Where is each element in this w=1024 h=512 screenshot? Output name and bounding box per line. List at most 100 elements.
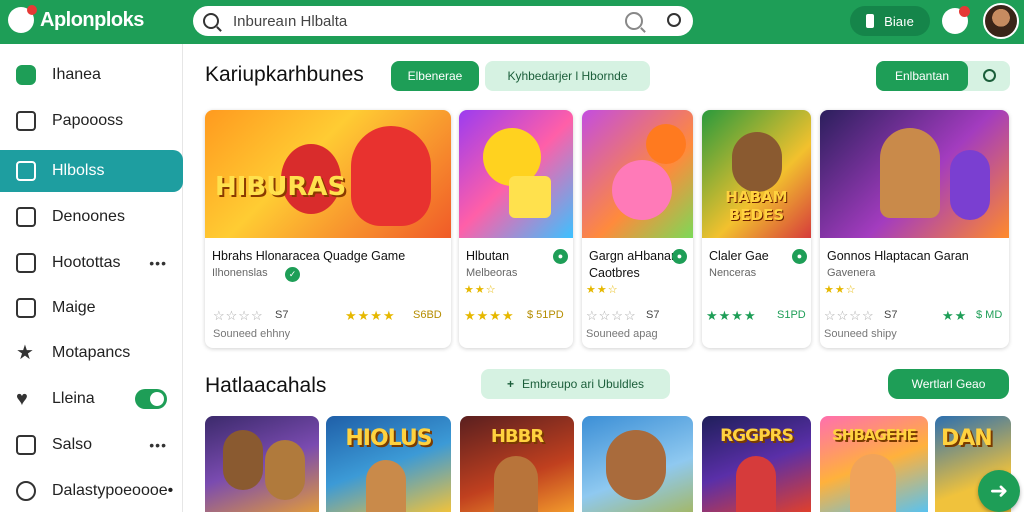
game-tile[interactable]: HIOLUS [326, 416, 451, 512]
game-title: Hbrahs Hlonaracea Quadge Game [212, 249, 406, 263]
character-figure [265, 440, 305, 500]
verified-icon: ● [553, 249, 568, 264]
sidebar-item-games[interactable]: Hlbolss [0, 150, 183, 192]
search-icon[interactable] [983, 69, 996, 82]
header-button[interactable]: Biaıe [850, 6, 930, 36]
sidebar-item-building[interactable]: Hootottas ••• [0, 242, 183, 284]
game-subtitle: Melbeoras [466, 267, 518, 279]
mic-icon[interactable] [625, 12, 643, 30]
star-icon [16, 343, 36, 363]
section-title: Hatlaacahals [205, 374, 327, 397]
more-icon[interactable]: ••• [149, 437, 167, 453]
sidebar-item-wishlist[interactable]: Lleina [0, 378, 183, 420]
top-bar: Aplonploks Biaıe [0, 0, 1024, 44]
notification-icon[interactable] [942, 6, 970, 34]
building-icon [16, 253, 36, 273]
character-figure [850, 454, 896, 512]
game-art: HABAM BEDES [702, 110, 811, 238]
character-figure [646, 124, 686, 164]
rating-stars: ★★☆ [586, 284, 619, 296]
tile-logo: HIOLUS [345, 426, 432, 451]
filter-chip[interactable]: Elbenerae [391, 61, 479, 91]
flag-icon [16, 298, 36, 318]
rating-stars: ★★★★ [464, 308, 515, 323]
verified-icon: ● [792, 249, 807, 264]
game-card[interactable]: Hlbutan ● Melbeoras ★★☆ ★★★★ $ 51PD [459, 110, 573, 348]
game-tile[interactable] [205, 416, 319, 512]
game-subtitle: Ilhonenslas [212, 267, 268, 279]
sidebar-item-stats[interactable]: Salso ••• [0, 424, 183, 466]
plus-icon: + [506, 377, 514, 391]
game-tile[interactable]: HBBR [460, 416, 574, 512]
scroll-next-button[interactable]: ➜ [978, 470, 1020, 512]
game-card[interactable]: HIBURAS Hbrahs Hlonaracea Quadge Game Il… [205, 110, 451, 348]
search-input[interactable] [233, 12, 613, 30]
notification-dot [959, 6, 970, 17]
sidebar-item-label: Ihanea [52, 66, 101, 83]
sidebar-item-flag[interactable]: Maige [0, 287, 183, 329]
game-card[interactable]: HABAM BEDES Claler Gae ● Nenceras ★★★★ S… [702, 110, 811, 348]
game-title: Claler Gae [709, 249, 769, 263]
bars-icon [866, 14, 875, 28]
rating-stars: ★★★★ [706, 308, 757, 323]
library-icon [16, 111, 36, 131]
rating-count: S7 [275, 309, 289, 321]
game-subtitle: Nenceras [709, 267, 757, 279]
sidebar-item-label: Salso [52, 436, 93, 453]
sidebar-item-label: Denoones [52, 208, 125, 225]
price-label: $ 51PD [527, 309, 564, 321]
character-figure [223, 430, 263, 490]
character-figure [606, 430, 666, 500]
game-title: Hlbutan [466, 249, 510, 263]
card-note: Souneed shipy [824, 328, 897, 340]
sidebar-item-library[interactable]: Papoooss [0, 100, 183, 142]
game-tile[interactable] [582, 416, 693, 512]
heart-icon [16, 389, 36, 409]
logo-icon [8, 5, 37, 33]
filter-chip[interactable]: Kyhbedarjer l Hbornde [485, 61, 650, 91]
app-name: Aplonploks [40, 8, 144, 31]
character-figure [950, 150, 990, 220]
game-card[interactable]: Gonnos Hlaptacan Garan Gavenera ★★☆ ☆☆☆☆… [820, 110, 1009, 348]
rating-count: S7 [884, 309, 898, 321]
game-logo: HABAM BEDES [725, 188, 788, 224]
games-icon [16, 161, 36, 181]
sidebar-item-settings[interactable]: Dalastypoeoooe• [0, 470, 183, 512]
game-tile[interactable]: RGGPRS [702, 416, 811, 512]
verified-icon: ✓ [285, 267, 300, 282]
sidebar-item-label: Lleina [52, 390, 95, 407]
sidebar-item-label: Maige [52, 299, 96, 316]
sidebar-item-label: Hootottas [52, 254, 121, 271]
sidebar-item-label: Papoooss [52, 112, 124, 129]
lens-icon[interactable] [667, 13, 681, 27]
game-art [820, 110, 1009, 238]
character-figure [880, 128, 940, 218]
rating-stars: ☆☆☆☆ [213, 308, 264, 323]
search-bar[interactable] [193, 6, 693, 36]
downloads-icon [16, 207, 36, 227]
avatar[interactable] [983, 3, 1019, 39]
game-card[interactable]: Gargn aHbanan Caotbres ● ★★☆ ☆☆☆☆ S7 Sou… [582, 110, 693, 348]
sidebar-item-favorites[interactable]: Motapancs [0, 332, 183, 374]
sidebar: Ihanea Papoooss Hlbolss Denoones Hootott… [0, 44, 183, 512]
section-action-button[interactable]: Enlbantan [876, 61, 968, 91]
app-logo[interactable]: Aplonploks [8, 5, 144, 33]
tile-logo: DAN [941, 426, 993, 451]
price-label: $ MD [976, 309, 1003, 321]
toggle-switch[interactable] [135, 389, 167, 409]
sidebar-item-home[interactable]: Ihanea [0, 54, 183, 96]
sidebar-item-downloads[interactable]: Denoones [0, 196, 183, 238]
game-art [582, 110, 693, 238]
game-logo: HIBURAS [215, 172, 347, 202]
game-subtitle: Gavenera [827, 267, 876, 279]
rating-stars: ★★ [942, 308, 968, 323]
rating-stars: ★★☆ [464, 284, 497, 296]
section-chip[interactable]: + Embreupo ari Ubuldles [481, 369, 670, 399]
section-action-group: Enlbantan [876, 61, 1010, 91]
home-icon [16, 65, 36, 85]
more-icon[interactable]: ••• [149, 255, 167, 271]
tile-logo: RGGPRS [720, 426, 794, 446]
section-action-button[interactable]: Wertlarl Geao [888, 369, 1009, 399]
rating-stars: ☆☆☆☆ [824, 308, 875, 323]
game-tile[interactable]: SHBAGEHE [820, 416, 928, 512]
